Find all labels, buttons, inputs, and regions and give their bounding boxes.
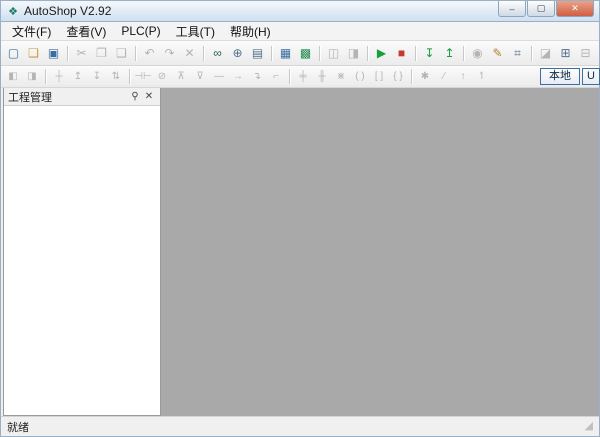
contact-falling-button: ⊽ — [196, 71, 204, 82]
new-file-button[interactable]: ▢ — [4, 44, 23, 62]
content-area: 工程管理 ⚲ ✕ — [1, 88, 599, 416]
menu-plc[interactable]: PLC(P) — [114, 23, 167, 39]
separator — [411, 69, 412, 84]
delete-button: ✕ — [184, 46, 195, 60]
close-button[interactable]: ✕ — [556, 1, 594, 17]
contact-no-button: ⊣⊢ — [134, 71, 152, 82]
print-button[interactable]: ▤ — [248, 44, 267, 62]
connection-mode-group: 本地 U — [540, 68, 600, 85]
local-mode-button[interactable]: 本地 — [540, 68, 580, 85]
upload-button[interactable]: ↥ — [440, 44, 459, 62]
close-panel-icon[interactable]: ✕ — [142, 90, 156, 104]
separator — [67, 45, 68, 61]
line-down-button: ↧ — [92, 71, 102, 82]
corner-down-button: ↴ — [252, 71, 262, 82]
find-button[interactable]: ∞ — [208, 44, 227, 62]
redo-button: ↷ — [164, 46, 175, 60]
arrow-up2-button: ↿ — [477, 71, 487, 82]
compare-b-button: ╫ — [318, 71, 326, 82]
h-line-button: — — [214, 71, 224, 82]
window-tile-button: ◫ — [327, 46, 340, 60]
workspace — [161, 88, 599, 416]
project-panel-title: 工程管理 — [8, 91, 52, 104]
download-button[interactable]: ↧ — [420, 44, 439, 62]
edit-tool-button[interactable]: ✎ — [488, 44, 507, 62]
app-window: ❖ AutoShop V2.92 – ▢ ✕ 文件(F) 查看(V) PLC(P) 工… — [0, 0, 600, 437]
separator — [129, 69, 130, 84]
maximize-button[interactable]: ▢ — [527, 1, 555, 17]
minimize-button[interactable]: – — [498, 1, 526, 17]
contact-nc-button: ⊘ — [157, 71, 167, 82]
option-c-button: ⊟ — [580, 46, 591, 60]
paste-button: ❑ — [116, 46, 127, 60]
network-delete-button: ◨ — [27, 71, 37, 82]
star-contact-button: ⋇ — [336, 71, 346, 82]
project-tree-area[interactable] — [4, 106, 160, 415]
slash-button: ∕ — [443, 71, 445, 82]
titlebar: ❖ AutoShop V2.92 – ▢ ✕ — [1, 1, 599, 22]
toolbar-main: ▢ ❏ ▣ ✂ ❐ ❑ ↶ ↷ ✕ ∞ ⊕ ▤ ▦ ▩ ◫ ◨ ▶ ■ ↧ ↥ ◉ ✎ ⌗ ◪ ⊞ ⊟ — [1, 41, 599, 66]
usb-mode-button-partial[interactable]: U — [582, 68, 600, 85]
arrow-right-button: → — [233, 71, 243, 82]
separator — [319, 45, 320, 61]
menu-file[interactable]: 文件(F) — [5, 22, 58, 41]
stop-button[interactable]: ■ — [392, 44, 411, 62]
separator — [531, 45, 532, 61]
open-project-button[interactable]: ❏ — [24, 44, 43, 62]
separator — [135, 45, 136, 61]
contact-rising-button: ⊼ — [177, 71, 185, 82]
instruction-view-button[interactable]: ▩ — [296, 44, 315, 62]
option-a-button: ◪ — [539, 46, 552, 60]
resize-grip[interactable]: ◢ — [585, 421, 593, 432]
arrow-up-button: ↑ — [460, 71, 466, 82]
network-add-button: ◧ — [8, 71, 18, 82]
star-button: ✱ — [420, 71, 430, 82]
menu-tools[interactable]: 工具(T) — [169, 22, 222, 41]
menu-items: 文件(F) 查看(V) PLC(P) 工具(T) 帮助(H) — [5, 22, 278, 41]
ladder-view-button[interactable]: ▦ — [276, 44, 295, 62]
menu-help[interactable]: 帮助(H) — [223, 22, 278, 41]
caption-buttons: – ▢ ✕ — [498, 1, 594, 17]
toolbar-ladder: ◧ ◨ ┼ ↥ ↧ ⇅ ⊣⊢ ⊘ ⊼ ⊽ — → ↴ ⌐ ╪ ╫ ⋇ ( ) [ ] { } ✱ ∕ ↑ ↿ 本地 U — [1, 66, 600, 88]
project-panel-header: 工程管理 ⚲ ✕ — [4, 88, 160, 106]
menu-view[interactable]: 查看(V) — [59, 22, 113, 41]
separator — [203, 45, 204, 61]
brace-button: { } — [393, 71, 403, 82]
line-up-button: ↥ — [73, 71, 83, 82]
coil-button: ( ) — [355, 71, 365, 82]
cut-button: ✂ — [76, 46, 87, 60]
check-button[interactable]: ⌗ — [508, 44, 527, 62]
separator — [463, 45, 464, 61]
window-title: AutoShop V2.92 — [24, 4, 112, 18]
separator — [415, 45, 416, 61]
cross-line-button: ┼ — [55, 71, 63, 82]
separator — [45, 69, 46, 84]
separator — [271, 45, 272, 61]
window-cascade-button: ◨ — [347, 46, 360, 60]
menubar: 文件(F) 查看(V) PLC(P) 工具(T) 帮助(H) — [1, 22, 599, 41]
corner-up-button: ⌐ — [273, 71, 279, 82]
run-button[interactable]: ▶ — [372, 44, 391, 62]
copy-button: ❐ — [96, 46, 107, 60]
pin-icon[interactable]: ⚲ — [128, 90, 142, 104]
line-updown-button: ⇅ — [111, 71, 121, 82]
separator — [367, 45, 368, 61]
app-icon: ❖ — [8, 5, 18, 18]
zoom-button[interactable]: ⊕ — [228, 44, 247, 62]
status-text: 就绪 — [7, 421, 29, 434]
separator — [289, 69, 290, 84]
monitor-button: ◉ — [472, 46, 483, 60]
undo-button: ↶ — [144, 46, 155, 60]
save-button[interactable]: ▣ — [44, 44, 63, 62]
statusbar: 就绪 ◢ — [1, 416, 599, 436]
bracket-button: [ ] — [374, 71, 384, 82]
option-b-button[interactable]: ⊞ — [556, 44, 575, 62]
compare-a-button: ╪ — [299, 71, 307, 82]
project-panel: 工程管理 ⚲ ✕ — [3, 88, 161, 416]
